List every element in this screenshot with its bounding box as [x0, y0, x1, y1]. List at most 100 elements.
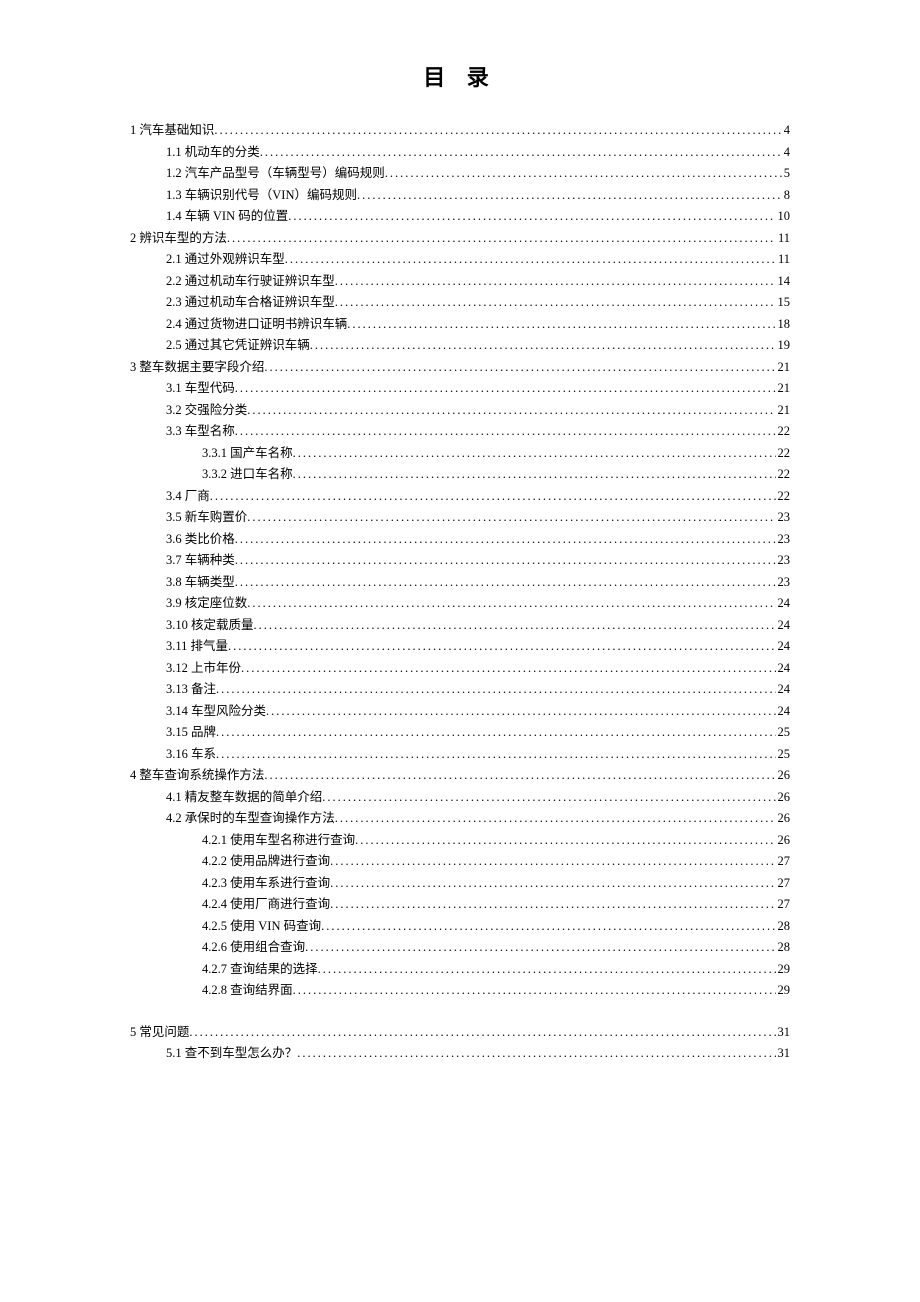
toc-leader-dots: [235, 572, 776, 594]
toc-entry[interactable]: 2 辨识车型的方法11: [130, 228, 790, 250]
toc-entry-label: 3.14 车型风险分类: [166, 701, 266, 723]
toc-entry[interactable]: 5.1 查不到车型怎么办？31: [130, 1043, 790, 1065]
toc-entry[interactable]: 1.1 机动车的分类4: [130, 142, 790, 164]
toc-entry-label: 4.2.6 使用组合查询: [202, 937, 305, 959]
toc-leader-dots: [335, 292, 776, 314]
toc-entry-label: 3.1 车型代码: [166, 378, 235, 400]
toc-entry-page: 28: [776, 916, 791, 938]
toc-entry[interactable]: 3.3.1 国产车名称22: [130, 443, 790, 465]
toc-leader-dots: [235, 529, 776, 551]
toc-entry[interactable]: 2.5 通过其它凭证辨识车辆19: [130, 335, 790, 357]
toc-entry[interactable]: 3.16 车系 25: [130, 744, 790, 766]
toc-leader-dots: [322, 787, 775, 809]
toc-entry-label: 4.2.4 使用厂商进行查询: [202, 894, 330, 916]
toc-entry[interactable]: 3.10 核定载质量24: [130, 615, 790, 637]
toc-entry-page: 25: [776, 744, 791, 766]
toc-entry[interactable]: 3.13 备注24: [130, 679, 790, 701]
toc-leader-dots: [189, 1022, 775, 1044]
toc-entry-page: 5: [782, 163, 790, 185]
toc-entry[interactable]: 3 整车数据主要字段介绍 21: [130, 357, 790, 379]
toc-entry-page: 29: [776, 959, 791, 981]
toc-leader-dots: [216, 744, 775, 766]
toc-entry[interactable]: 1.2 汽车产品型号（车辆型号）编码规则 5: [130, 163, 790, 185]
toc-entry[interactable]: 2.2 通过机动车行驶证辨识车型14: [130, 271, 790, 293]
toc-entry-label: 3.10 核定载质量: [166, 615, 254, 637]
toc-entry-label: 4.2.8 查询结界面: [202, 980, 293, 1002]
toc-entry[interactable]: 3.8 车辆类型 23: [130, 572, 790, 594]
toc-entry[interactable]: 4 整车查询系统操作方法26: [130, 765, 790, 787]
toc-entry[interactable]: 3.9 核定座位数24: [130, 593, 790, 615]
toc-entry-label: 1 汽车基础知识: [130, 120, 214, 142]
toc-entry[interactable]: 1 汽车基础知识4: [130, 120, 790, 142]
toc-entry-page: 26: [776, 808, 791, 830]
toc-entry[interactable]: 4.2.5 使用 VIN 码查询28: [130, 916, 790, 938]
toc-leader-dots: [235, 378, 776, 400]
toc-leader-dots: [297, 1043, 775, 1065]
toc-entry-page: 22: [776, 421, 791, 443]
toc-entry[interactable]: 4.2.8 查询结界面 29: [130, 980, 790, 1002]
toc-leader-dots: [214, 120, 781, 142]
toc-entry[interactable]: 2.4 通过货物进口证明书辨识车辆18: [130, 314, 790, 336]
toc-entry[interactable]: 3.1 车型代码21: [130, 378, 790, 400]
toc-entry[interactable]: 3.7 车辆种类23: [130, 550, 790, 572]
toc-title: 目 录: [130, 60, 790, 92]
toc-entry[interactable]: 3.12 上市年份24: [130, 658, 790, 680]
toc-entry[interactable]: 4.2.4 使用厂商进行查询27: [130, 894, 790, 916]
toc-entry[interactable]: 3.3.2 进口车名称22: [130, 464, 790, 486]
toc-leader-dots: [310, 335, 776, 357]
toc-entry-page: 31: [776, 1022, 791, 1044]
toc-entry-label: 3.3.1 国产车名称: [202, 443, 293, 465]
toc-entry-label: 2 辨识车型的方法: [130, 228, 227, 250]
toc-leader-dots: [318, 959, 776, 981]
toc-entry[interactable]: 4.2.1 使用车型名称进行查询26: [130, 830, 790, 852]
toc-entry-label: 4.1 精友整车数据的简单介绍: [166, 787, 322, 809]
toc-entry[interactable]: 3.11 排气量24: [130, 636, 790, 658]
toc-entry[interactable]: 3.6 类比价格23: [130, 529, 790, 551]
toc-entry-label: 3.16 车系: [166, 744, 216, 766]
toc-entry-page: 23: [776, 572, 791, 594]
toc-entry-label: 5.1 查不到车型怎么办？: [166, 1043, 297, 1065]
toc-entry[interactable]: 4.2.2 使用品牌进行查询27: [130, 851, 790, 873]
toc-entry-page: 24: [776, 701, 791, 723]
toc-entry[interactable]: 4.2.6 使用组合查询28: [130, 937, 790, 959]
toc-entry[interactable]: 1.4 车辆 VIN 码的位置10: [130, 206, 790, 228]
toc-entry[interactable]: 3.3 车型名称22: [130, 421, 790, 443]
toc-leader-dots: [264, 765, 775, 787]
toc-entry-page: 23: [776, 507, 791, 529]
toc-entry-label: 1.2 汽车产品型号（车辆型号）编码规则: [166, 163, 385, 185]
toc-entry-page: 23: [776, 529, 791, 551]
toc-entry-label: 3 整车数据主要字段介绍: [130, 357, 264, 379]
toc-entry-page: 15: [776, 292, 791, 314]
toc-leader-dots: [357, 185, 782, 207]
toc-entry[interactable]: 4.1 精友整车数据的简单介绍26: [130, 787, 790, 809]
document-page: 目 录 1 汽车基础知识41.1 机动车的分类41.2 汽车产品型号（车辆型号）…: [0, 0, 920, 1125]
toc-entry[interactable]: 3.2 交强险分类21: [130, 400, 790, 422]
toc-entry-page: 8: [782, 185, 790, 207]
toc-entry[interactable]: 4.2.7 查询结果的选择29: [130, 959, 790, 981]
toc-entry-label: 3.5 新车购置价: [166, 507, 247, 529]
toc-leader-dots: [293, 443, 776, 465]
toc-entry[interactable]: 2.3 通过机动车合格证辨识车型15: [130, 292, 790, 314]
toc-entry[interactable]: 4.2.3 使用车系进行查询27: [130, 873, 790, 895]
toc-entry-page: 26: [776, 765, 791, 787]
toc-entry[interactable]: 5 常见问题 31: [130, 1022, 790, 1044]
toc-entry-label: 3.13 备注: [166, 679, 216, 701]
toc-entry[interactable]: 4.2 承保时的车型查询操作方法26: [130, 808, 790, 830]
toc-entry[interactable]: 3.4 厂商22: [130, 486, 790, 508]
toc-entry[interactable]: 3.15 品牌25: [130, 722, 790, 744]
toc-entry-page: 19: [776, 335, 791, 357]
toc-entry[interactable]: 2.1 通过外观辨识车型11: [130, 249, 790, 271]
toc-entry-label: 3.8 车辆类型: [166, 572, 235, 594]
toc-entry[interactable]: 3.14 车型风险分类 24: [130, 701, 790, 723]
toc-entry-label: 3.12 上市年份: [166, 658, 241, 680]
toc-entry-label: 5 常见问题: [130, 1022, 189, 1044]
toc-entry-page: 21: [776, 357, 791, 379]
toc-leader-dots: [247, 507, 775, 529]
toc-leader-dots: [305, 937, 775, 959]
toc-entry[interactable]: 3.5 新车购置价 23: [130, 507, 790, 529]
toc-spacer: [130, 1002, 790, 1022]
toc-entry-page: 23: [776, 550, 791, 572]
toc-entry[interactable]: 1.3 车辆识别代号（VIN）编码规则8: [130, 185, 790, 207]
toc-entry-page: 29: [776, 980, 791, 1002]
toc-leader-dots: [227, 228, 776, 250]
